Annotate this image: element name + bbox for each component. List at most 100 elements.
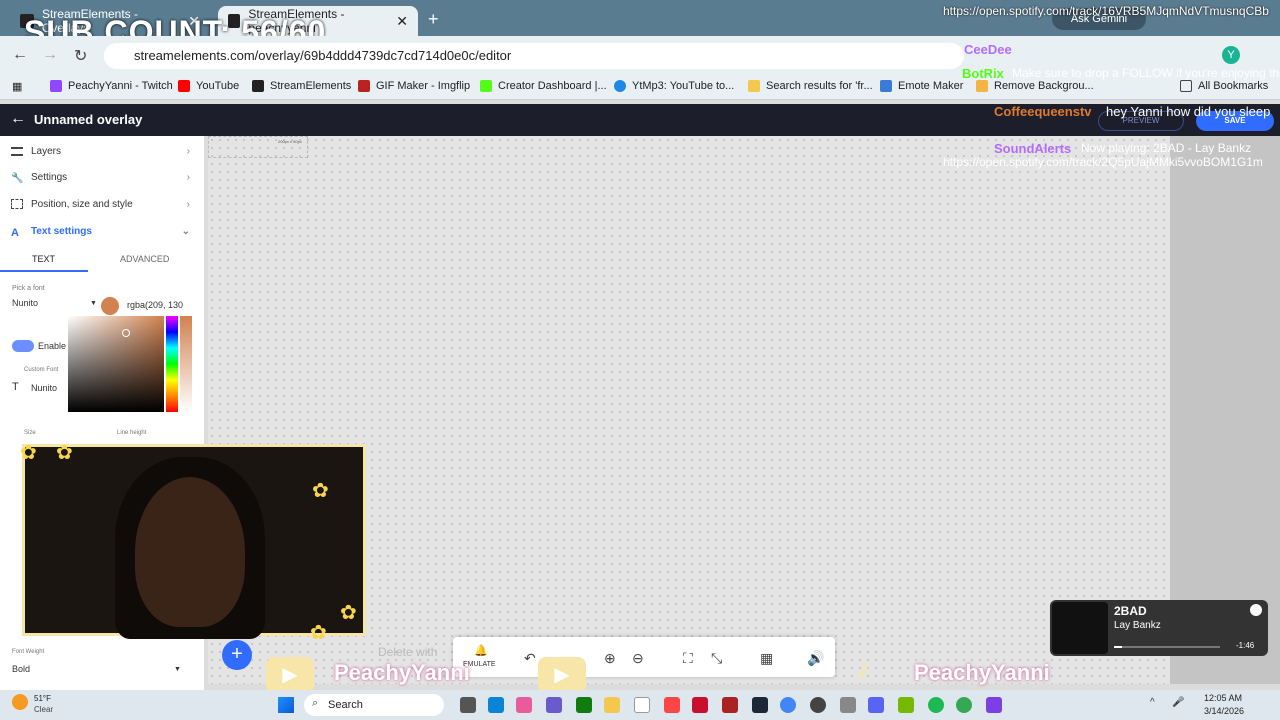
color-saturation-picker[interactable] xyxy=(68,316,164,412)
webcam-feed xyxy=(22,444,366,639)
chevron-right-icon: › xyxy=(186,171,190,183)
bookmark-label: StreamElements xyxy=(270,80,352,92)
delete-hint: Delete with xyxy=(378,645,438,659)
youtube-play-icon: ▶ xyxy=(538,657,586,693)
track-title: 2BAD xyxy=(1114,604,1147,618)
tab-advanced[interactable]: ADVANCED xyxy=(120,254,169,264)
flower-icon: ✿ xyxy=(340,602,357,624)
bookmark-label: YouTube xyxy=(196,80,240,92)
color-value[interactable]: rgba(209, 130 xyxy=(127,300,183,310)
chrome-profile-icon[interactable] xyxy=(956,697,972,713)
mic-icon[interactable]: 🎤 xyxy=(1172,697,1184,708)
bookmark-ytmp3[interactable]: YtMp3: YouTube to... xyxy=(614,80,734,92)
size-label: Size xyxy=(24,430,36,436)
bookmark-label: Emote Maker xyxy=(898,80,964,92)
flower-icon: ✿ xyxy=(56,442,73,464)
back-arrow-icon[interactable]: ← xyxy=(10,110,26,128)
xbox-icon[interactable] xyxy=(576,697,592,713)
text-icon: A xyxy=(11,226,19,239)
bookmark-all[interactable]: All Bookmarks xyxy=(1180,80,1268,92)
windows-start-icon[interactable] xyxy=(278,697,294,713)
back-icon[interactable]: ← xyxy=(12,46,28,64)
layers-icon xyxy=(11,146,23,156)
tray-chevron-icon[interactable]: ^ xyxy=(1150,697,1155,708)
tab-text[interactable]: TEXT xyxy=(32,254,55,264)
taskbar-search[interactable] xyxy=(304,694,444,716)
color-swatch[interactable] xyxy=(101,297,119,315)
tab-indicator xyxy=(0,270,88,272)
bookmark-twitch[interactable]: PeachyYanni - Twitch xyxy=(50,80,173,92)
new-tab-button[interactable]: + xyxy=(428,9,439,30)
chat-username: BotRix xyxy=(962,66,1004,81)
bookmark-search[interactable]: Search results for 'fr... xyxy=(748,80,873,92)
reload-icon[interactable]: ↻ xyxy=(74,46,87,66)
notepad-icon[interactable] xyxy=(634,697,650,713)
weather-temp[interactable]: 51°F xyxy=(34,694,51,703)
edge-icon[interactable] xyxy=(488,697,504,713)
bookmark-label: Search results for 'fr... xyxy=(766,80,873,92)
close-icon[interactable]: ✕ xyxy=(396,13,408,30)
zoom-in-icon[interactable]: ⊕ xyxy=(604,650,616,667)
copilot-icon[interactable] xyxy=(516,697,532,713)
apps-icon[interactable]: ▦ xyxy=(12,80,22,93)
font-weight-label: Font Weight xyxy=(12,649,45,655)
file-explorer-icon[interactable] xyxy=(604,697,620,713)
panel-item-position[interactable]: Position, size and style › xyxy=(0,191,204,217)
alpha-slider[interactable] xyxy=(180,316,192,412)
font-select[interactable]: Nunito xyxy=(12,298,38,308)
photos-icon[interactable] xyxy=(664,697,680,713)
app-icon[interactable] xyxy=(986,697,1002,713)
steam-icon[interactable] xyxy=(752,697,768,713)
chat-username: CeeDee xyxy=(964,42,1012,57)
chat-message: Make sure to drop a FOLLOW if you're enj… xyxy=(1012,66,1280,80)
spotify-taskbar-icon[interactable] xyxy=(928,697,944,713)
undo-icon[interactable]: ↶ xyxy=(524,650,536,667)
forward-icon[interactable]: → xyxy=(42,46,58,64)
hue-slider[interactable] xyxy=(166,316,178,412)
overlay-title[interactable]: Unnamed overlay xyxy=(34,112,142,127)
text-font-icon: T xyxy=(12,381,19,393)
panel-item-label: Position, size and style xyxy=(31,198,133,210)
chat-message: hey Yanni how did you sleep xyxy=(1106,104,1271,119)
bookmark-streamelements[interactable]: StreamElements xyxy=(252,80,351,92)
grid-icon[interactable]: ▦ xyxy=(760,650,773,667)
fullscreen-icon[interactable]: ⛶ xyxy=(683,650,693,667)
clock-time[interactable]: 12:05 AM xyxy=(1204,693,1242,703)
discord-icon[interactable] xyxy=(868,697,884,713)
bell-icon[interactable]: 🔔 xyxy=(474,644,488,657)
font-weight-select[interactable]: Bold xyxy=(12,664,30,674)
obs-icon[interactable] xyxy=(810,697,826,713)
task-view-icon[interactable] xyxy=(460,697,476,713)
panel-item-layers[interactable]: Layers › xyxy=(0,138,204,164)
teams-icon[interactable] xyxy=(546,697,562,713)
color-cursor[interactable] xyxy=(122,329,130,337)
enable-toggle[interactable] xyxy=(12,340,34,352)
media-icon[interactable] xyxy=(722,697,738,713)
bookmark-imgflip[interactable]: GIF Maker - Imgflip xyxy=(358,80,470,92)
search-icon: ⌕ xyxy=(312,697,319,709)
position-icon xyxy=(11,199,23,209)
panel-item-settings[interactable]: 🔧 Settings › xyxy=(0,164,204,190)
chrome-icon[interactable] xyxy=(780,697,796,713)
bookmark-remove-bg[interactable]: Remove Backgrou... xyxy=(976,80,1094,92)
volume-icon[interactable]: 🔊 xyxy=(807,650,824,667)
spotify-icon xyxy=(1250,604,1262,616)
exit-fullscreen-icon[interactable]: ⤡ xyxy=(711,650,722,667)
profile-avatar[interactable]: Y xyxy=(1222,46,1240,64)
enable-label: Enable xyxy=(38,341,67,351)
bookmark-youtube[interactable]: YouTube xyxy=(178,80,239,92)
banner-name: PeachyYanni xyxy=(334,660,470,685)
bookmark-emote-maker[interactable]: Emote Maker xyxy=(880,80,963,92)
bookmark-label: Remove Backgrou... xyxy=(994,80,1094,92)
nvidia-icon[interactable] xyxy=(898,697,914,713)
custom-font-input[interactable]: Nunito xyxy=(31,383,57,393)
add-layer-button[interactable]: + xyxy=(222,640,252,670)
clock-date[interactable]: 3/14/2026 xyxy=(1204,706,1244,716)
app-icon[interactable] xyxy=(840,697,856,713)
zoom-out-icon[interactable]: ⊖ xyxy=(632,650,644,667)
bookmark-label: YtMp3: YouTube to... xyxy=(632,80,735,92)
panel-item-text-settings[interactable]: A Text settings ⌄ xyxy=(0,218,204,244)
adobe-icon[interactable] xyxy=(692,697,708,713)
bookmark-creator-dashboard[interactable]: Creator Dashboard |... xyxy=(480,80,607,92)
track-time: -1:46 xyxy=(1236,641,1255,650)
